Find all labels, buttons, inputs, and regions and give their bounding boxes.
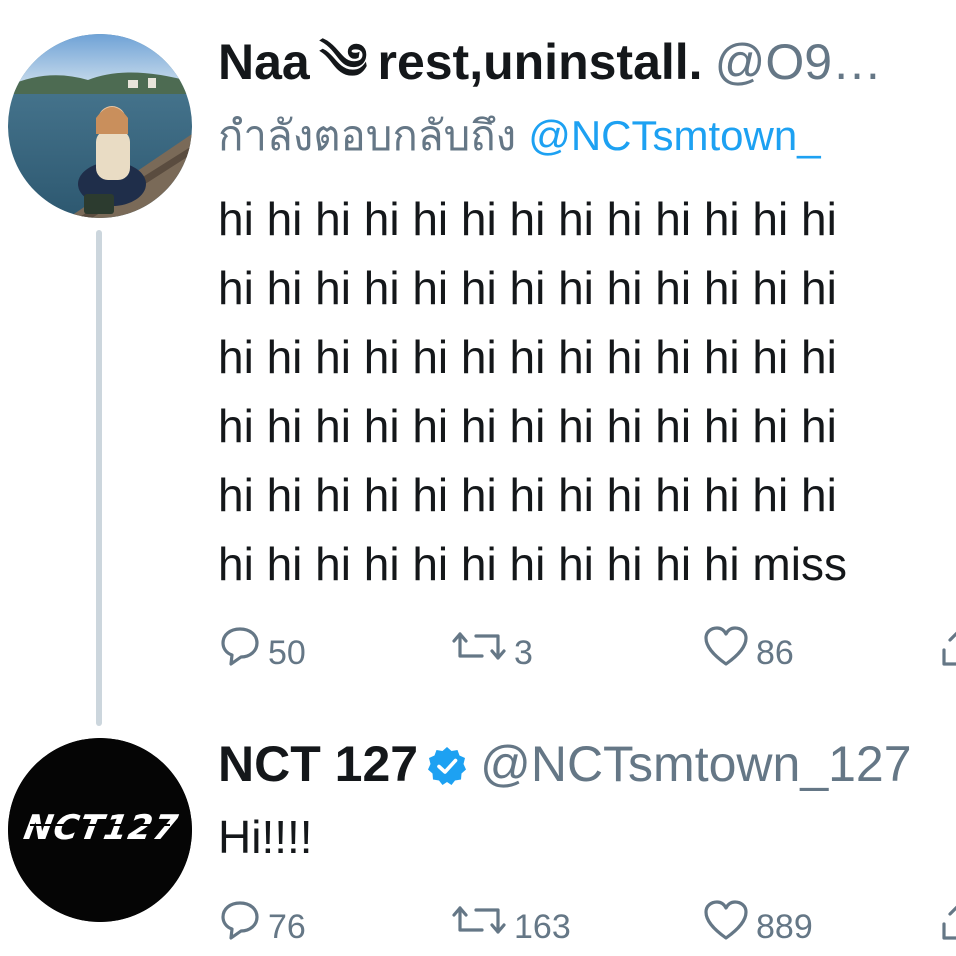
replying-to-label: กำลังตอบกลับถึง [218, 112, 517, 159]
tweet1-text-line: hi hi hi hi hi hi hi hi hi hi hi hi hi [218, 331, 837, 383]
tweet1-text-line: hi hi hi hi hi hi hi hi hi hi hi hi hi [218, 193, 837, 245]
replying-to-mention-link[interactable]: @NCTsmtown_ [528, 112, 820, 159]
tweet1-reply-count: 50 [268, 633, 306, 672]
nct127-logo: NCT127 [8, 738, 192, 922]
tweet1-text-line: hi hi hi hi hi hi hi hi hi hi hi hi hi [218, 262, 837, 314]
tweet1-text-line: hi hi hi hi hi hi hi hi hi hi hi miss [218, 538, 847, 590]
tweet1-text-line: hi hi hi hi hi hi hi hi hi hi hi hi hi [218, 469, 837, 521]
tweet1-retweet-count: 3 [514, 633, 533, 672]
verified-badge-icon [426, 740, 468, 800]
nct127-logo-text: NCT127 [21, 808, 182, 848]
tweet1-text-line: hi hi hi hi hi hi hi hi hi hi hi hi hi [218, 400, 837, 452]
tweet1-like-button[interactable]: 86 [702, 616, 794, 676]
tweet1-handle[interactable]: @O9… [715, 34, 882, 90]
tweet2-reply-count: 76 [268, 907, 306, 946]
tweet1-text: hi hi hi hi hi hi hi hi hi hi hi hi hi h… [218, 185, 847, 599]
tweet2-text: Hi!!!! [218, 811, 313, 863]
avatar-naa[interactable] [8, 34, 192, 218]
tweet1-retweet-button[interactable]: 3 [450, 616, 533, 676]
heart-icon [704, 900, 748, 940]
reply-bubble-icon [221, 627, 259, 666]
heart-icon [704, 626, 748, 666]
tweet1-name-suffix[interactable]: rest,uninstall. [377, 34, 702, 90]
tweet2-retweet-count: 163 [514, 907, 571, 946]
share-icon [942, 631, 956, 666]
tweet2-retweet-button[interactable]: 163 [450, 890, 571, 950]
tweet2-share-button[interactable] [938, 890, 956, 950]
tweet1-share-button[interactable] [938, 616, 956, 676]
tweet1-header: Naa ༄ rest,uninstall. @O9… [218, 32, 882, 92]
retweet-arrows-icon [452, 632, 506, 660]
tweet1-name-emoji: ༄ [319, 34, 368, 90]
tweet1-replying-to: กำลังตอบกลับถึง @NCTsmtown_ [218, 106, 821, 166]
retweet-arrows-icon [452, 906, 506, 934]
share-icon [942, 905, 956, 940]
tweet1-display-name[interactable]: Naa [218, 34, 310, 90]
tweet2-handle[interactable]: @NCTsmtown_127 [480, 736, 911, 792]
tweet1-reply-button[interactable]: 50 [218, 616, 306, 676]
avatar-nct127[interactable]: NCT127 [8, 738, 192, 922]
tweet1-action-bar: 50 3 86 [218, 616, 956, 676]
tweet2-action-bar: 76 163 889 [218, 890, 956, 950]
tweet2-like-count: 889 [756, 907, 813, 946]
tweet2-reply-button[interactable]: 76 [218, 890, 306, 950]
thread-connector-line [96, 230, 102, 726]
avatar-photo-image [8, 34, 192, 218]
tweet2-header: NCT 127 @NCTsmtown_127 [218, 734, 912, 800]
tweet2-like-button[interactable]: 889 [702, 890, 813, 950]
reply-bubble-icon [221, 901, 259, 940]
tweet1-like-count: 86 [756, 633, 794, 672]
tweet2-display-name[interactable]: NCT 127 [218, 736, 418, 792]
